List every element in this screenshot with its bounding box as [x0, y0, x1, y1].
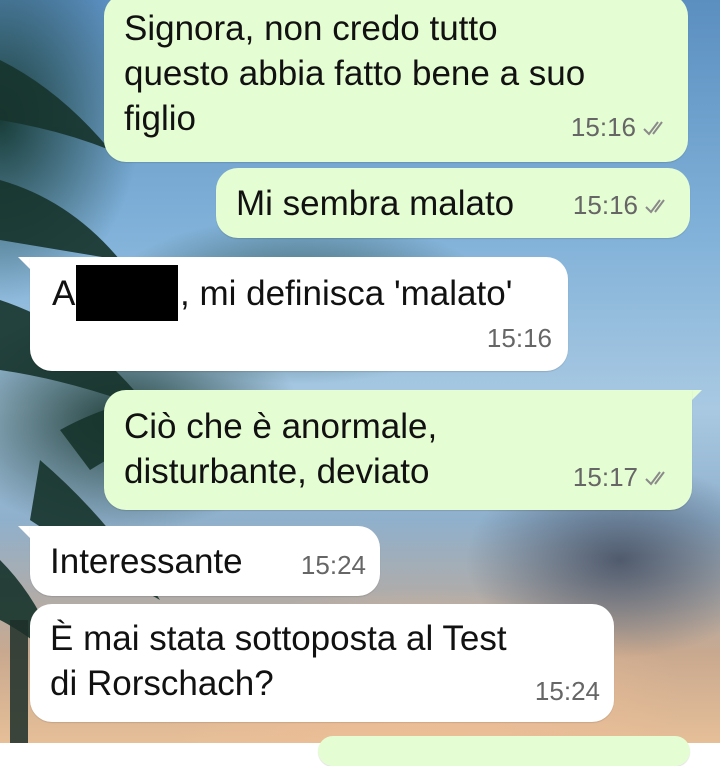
message-text: Mi sembra malato [236, 184, 515, 223]
message-text-suffix: , mi definisca 'malato' [180, 274, 513, 313]
double-check-icon [645, 198, 665, 214]
message-bubble-incoming[interactable]: A , mi definisca 'malato' 15:16 [30, 257, 568, 371]
message-bubble-outgoing[interactable]: Signora, non credo tutto questo abbia fa… [104, 0, 688, 162]
message-meta: 15:16 [487, 316, 552, 361]
message-meta: 15:16 [571, 105, 670, 150]
message-bubble-outgoing[interactable]: Mi sembra malato 15:16 [216, 168, 690, 238]
double-check-icon [645, 470, 665, 486]
message-time: 15:16 [570, 112, 636, 142]
message-meta: 15:24 [301, 543, 366, 588]
message-time: 15:24 [300, 550, 366, 580]
message-time: 15:17 [572, 462, 638, 492]
message-bubble-outgoing-partial[interactable] [318, 736, 690, 766]
message-text: È mai stata sottoposta al Test di Rorsch… [50, 619, 507, 703]
message-meta: 15:24 [535, 669, 600, 714]
message-time: 15:16 [572, 190, 638, 220]
message-bubble-outgoing[interactable]: Ciò che è anormale, disturbante, deviato… [104, 390, 692, 510]
double-check-icon [643, 120, 663, 136]
message-text-prefix: A [52, 274, 76, 313]
message-text: Interessante [50, 542, 243, 581]
message-time: 15:24 [534, 676, 600, 706]
message-meta: 15:16 [573, 183, 672, 228]
message-meta: 15:17 [573, 455, 672, 500]
message-bubble-incoming[interactable]: È mai stata sottoposta al Test di Rorsch… [30, 604, 614, 722]
message-text: Ciò che è anormale, disturbante, deviato [124, 407, 438, 491]
redaction-box [76, 265, 178, 321]
message-text: Signora, non credo tutto questo abbia fa… [124, 9, 586, 138]
message-bubble-incoming[interactable]: Interessante 15:24 [30, 526, 380, 596]
message-time: 15:16 [486, 323, 552, 353]
